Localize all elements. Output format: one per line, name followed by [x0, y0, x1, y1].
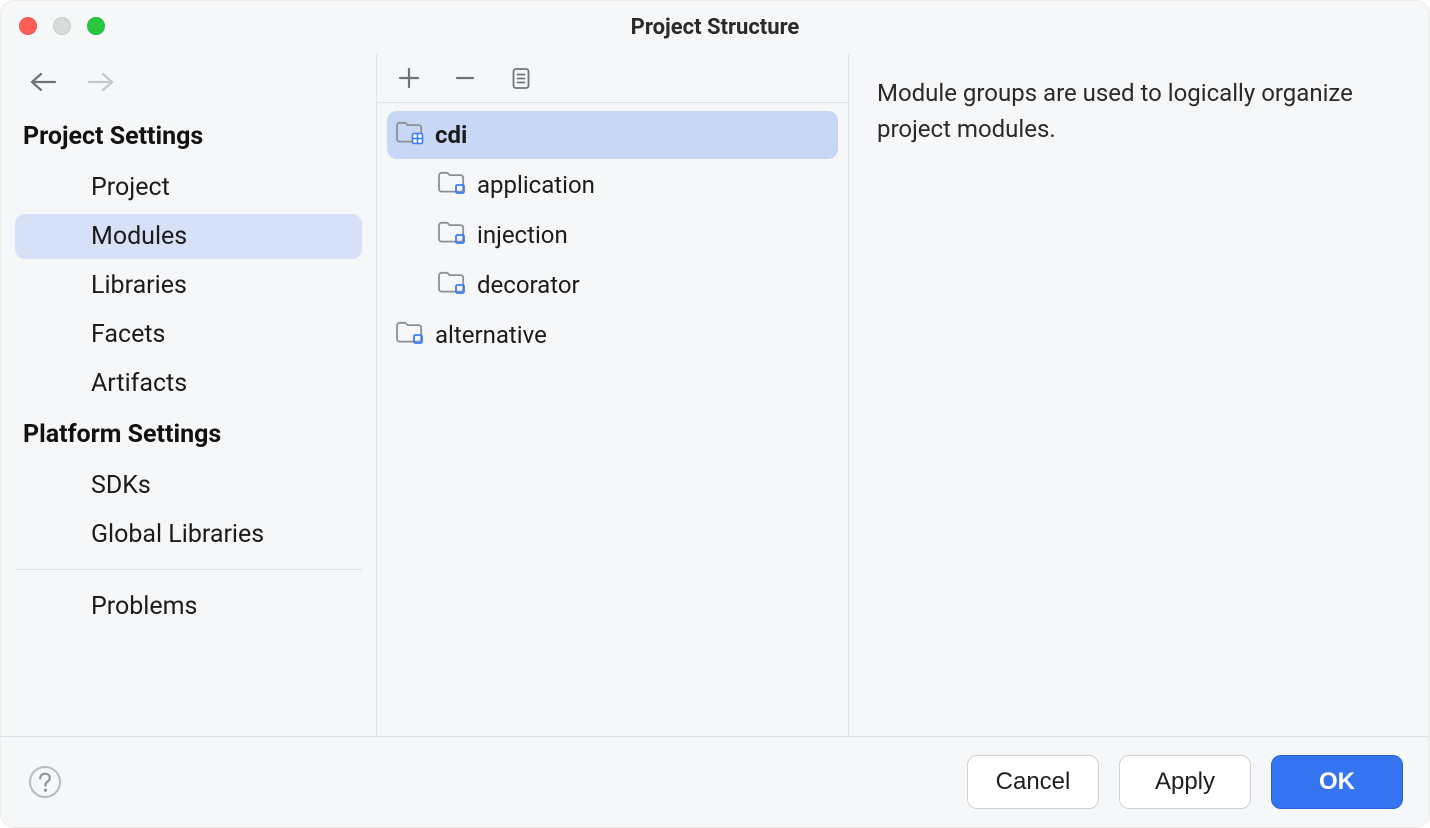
tree-node-module[interactable]: application — [387, 161, 838, 209]
window-close-button[interactable] — [19, 17, 37, 35]
nav-back-button[interactable] — [29, 72, 57, 92]
project-structure-window: Project Structure Project Settings Proje… — [0, 0, 1430, 828]
titlebar: Project Structure — [1, 1, 1429, 53]
sidebar-item-sdks[interactable]: SDKs — [15, 463, 362, 508]
sidebar-item-project[interactable]: Project — [15, 165, 362, 210]
sidebar-item-problems[interactable]: Problems — [15, 584, 362, 629]
sidebar-item-artifacts[interactable]: Artifacts — [15, 361, 362, 406]
sidebar-item-label: Libraries — [91, 271, 187, 300]
module-icon — [395, 319, 425, 351]
copy-icon — [510, 66, 532, 90]
tree-node-module-group[interactable]: cdi — [387, 111, 838, 159]
help-button[interactable] — [25, 762, 65, 802]
module-icon — [437, 219, 467, 251]
sidebar-item-label: Problems — [91, 592, 197, 621]
tree-node-module[interactable]: decorator — [387, 261, 838, 309]
copy-module-button[interactable] — [505, 62, 537, 94]
sidebar-item-label: Facets — [91, 320, 165, 349]
tree-node-label: application — [477, 171, 595, 200]
plus-icon — [398, 67, 420, 89]
window-minimize-button[interactable] — [53, 17, 71, 35]
sidebar-item-label: Global Libraries — [91, 520, 264, 549]
cancel-button[interactable]: Cancel — [967, 755, 1099, 809]
modules-tree: cdi application — [377, 103, 848, 736]
sidebar-item-libraries[interactable]: Libraries — [15, 263, 362, 308]
window-zoom-button[interactable] — [87, 17, 105, 35]
window-title: Project Structure — [631, 15, 800, 40]
tree-node-module[interactable]: alternative — [387, 311, 838, 359]
sidebar-divider — [15, 569, 362, 570]
sidebar-item-global-libraries[interactable]: Global Libraries — [15, 512, 362, 557]
sidebar-item-modules[interactable]: Modules — [15, 214, 362, 259]
apply-button[interactable]: Apply — [1119, 755, 1251, 809]
sidebar: Project Settings Project Modules Librari… — [1, 54, 377, 736]
module-icon — [437, 269, 467, 301]
sidebar-item-facets[interactable]: Facets — [15, 312, 362, 357]
sidebar-list-project-settings: Project Modules Libraries Facets Artifac… — [1, 157, 376, 406]
sidebar-list-platform-settings: SDKs Global Libraries — [1, 455, 376, 557]
nav-forward-button[interactable] — [87, 72, 115, 92]
dialog-footer: Cancel Apply OK — [1, 736, 1429, 827]
sidebar-item-label: Project — [91, 173, 170, 202]
question-icon — [27, 764, 63, 800]
detail-pane: Module groups are used to logically orga… — [849, 54, 1429, 736]
modules-tree-pane: cdi application — [377, 54, 849, 736]
tree-node-label: injection — [477, 221, 568, 250]
module-icon — [437, 169, 467, 201]
sidebar-section-project-settings: Project Settings — [1, 112, 376, 157]
tree-node-module[interactable]: injection — [387, 211, 838, 259]
window-traffic-lights — [19, 17, 105, 35]
sidebar-list-extra: Problems — [1, 576, 376, 629]
minus-icon — [454, 67, 476, 89]
module-group-description: Module groups are used to logically orga… — [877, 76, 1401, 147]
window-body: Project Settings Project Modules Librari… — [1, 53, 1429, 736]
sidebar-section-platform-settings: Platform Settings — [1, 410, 376, 455]
add-module-button[interactable] — [393, 62, 425, 94]
modules-tree-toolbar — [377, 54, 848, 103]
ok-button[interactable]: OK — [1271, 755, 1403, 809]
tree-node-label: alternative — [435, 321, 547, 350]
tree-node-label: decorator — [477, 271, 580, 300]
sidebar-item-label: Modules — [91, 222, 187, 251]
sidebar-item-label: Artifacts — [91, 369, 187, 398]
sidebar-item-label: SDKs — [91, 471, 151, 500]
remove-module-button[interactable] — [449, 62, 481, 94]
nav-history — [1, 72, 376, 112]
module-group-icon — [395, 119, 425, 151]
tree-node-label: cdi — [435, 121, 467, 150]
